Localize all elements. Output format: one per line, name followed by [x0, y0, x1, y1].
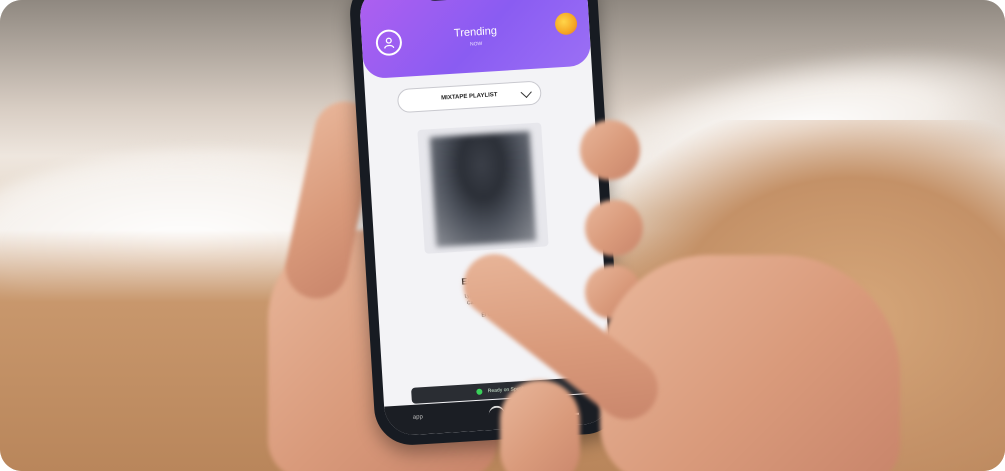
status-dot-icon [476, 388, 484, 395]
app-header: Trending NOW [358, 0, 592, 80]
photo-frame: Trending NOW MIXTAPE PLAYLIST En Tu Cuer… [0, 0, 1005, 471]
playlist-dropdown[interactable]: MIXTAPE PLAYLIST [396, 80, 542, 114]
album-art[interactable] [417, 122, 549, 254]
left-finger-2 [585, 200, 643, 256]
left-finger-1 [580, 120, 640, 180]
playlist-label: MIXTAPE PLAYLIST [441, 92, 498, 102]
nav-item-left[interactable]: app [413, 414, 423, 421]
right-thumb [500, 380, 580, 471]
chevron-down-icon [520, 86, 532, 98]
artist-photo [429, 131, 537, 248]
